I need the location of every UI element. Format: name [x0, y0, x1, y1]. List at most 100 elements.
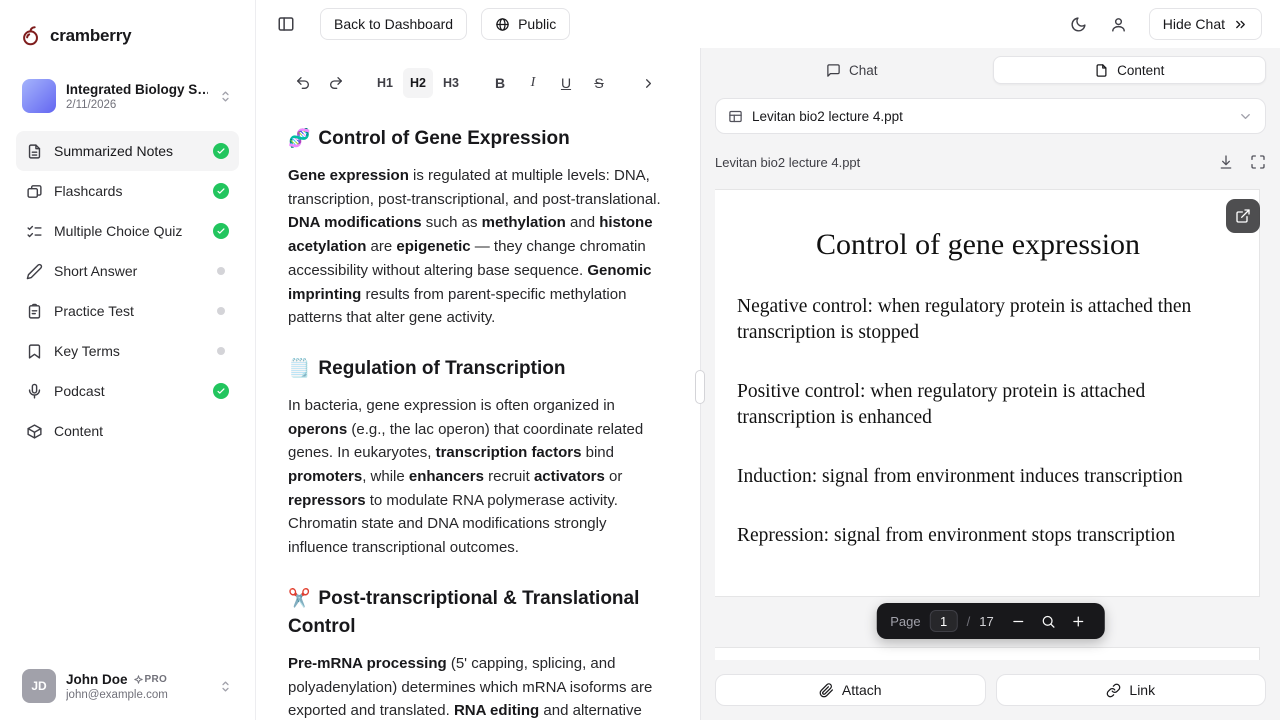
sidebar-toggle-button[interactable] [270, 8, 302, 40]
page-number-input[interactable] [930, 610, 958, 632]
chevron-right-icon [641, 76, 656, 91]
undo-button[interactable] [288, 68, 318, 98]
download-icon [1218, 154, 1234, 170]
project-name: Integrated Biology S… [66, 82, 208, 97]
link-icon [1106, 683, 1121, 698]
back-to-dashboard-button[interactable]: Back to Dashboard [320, 8, 467, 40]
sidebar-item-flashcards[interactable]: Flashcards [16, 171, 239, 211]
user-icon [1110, 16, 1127, 33]
sidebar-item-summarized-notes[interactable]: Summarized Notes [16, 131, 239, 171]
brand-logo[interactable]: cramberry [16, 24, 239, 48]
panel-tabs: Chat Content [715, 56, 1266, 84]
project-date: 2/11/2026 [66, 99, 208, 111]
file-select-dropdown[interactable]: Levitan bio2 lecture 4.ppt [715, 98, 1266, 134]
undo-icon [295, 75, 311, 91]
content-row: H1 H2 H3 B I U S 🧬Control of Gene Expres… [256, 48, 1280, 720]
slide-line: Positive control: when regulatory protei… [737, 379, 1219, 431]
page-total: 17 [979, 614, 993, 629]
project-meta: Integrated Biology S… 2/11/2026 [66, 82, 208, 111]
chevrons-right-icon [1233, 17, 1248, 32]
status-badge [217, 307, 225, 315]
section-heading: 🗒️Regulation of Transcription [288, 354, 668, 383]
sidebar-item-short-answer[interactable]: Short Answer [16, 251, 239, 291]
editor-toolbar: H1 H2 H3 B I U S [256, 48, 700, 98]
external-link-icon [1235, 208, 1251, 224]
slide-preview: Control of gene expression Negative cont… [715, 190, 1259, 596]
file-icon [1094, 63, 1109, 78]
minus-icon [1011, 614, 1026, 629]
chevrons-up-down-icon [218, 89, 233, 104]
project-selector[interactable]: Integrated Biology S… 2/11/2026 [16, 72, 239, 120]
theme-toggle-button[interactable] [1063, 8, 1095, 40]
sidebar-item-podcast[interactable]: Podcast [16, 371, 239, 411]
attach-button[interactable]: Attach [715, 674, 986, 706]
expand-icon [1250, 154, 1266, 170]
topbar-right: Hide Chat [1063, 8, 1262, 40]
slide-body: Negative control: when regulatory protei… [737, 294, 1219, 549]
panel-resize-handle[interactable] [695, 370, 705, 404]
project-avatar [22, 79, 56, 113]
zoom-reset-button[interactable] [1037, 609, 1061, 633]
avatar: JD [22, 669, 56, 703]
paperclip-icon [819, 683, 834, 698]
strikethrough-button[interactable]: S [584, 68, 614, 98]
panel-actions: Attach Link [715, 674, 1266, 706]
download-button[interactable] [1218, 154, 1234, 170]
status-badge [217, 267, 225, 275]
zoom-in-button[interactable] [1067, 609, 1091, 633]
status-badge [213, 183, 229, 199]
fullscreen-button[interactable] [1250, 154, 1266, 170]
toolbar-more-button[interactable] [633, 68, 663, 98]
hide-chat-button[interactable]: Hide Chat [1149, 8, 1262, 40]
box-icon [26, 423, 43, 440]
sidebar-item-content[interactable]: Content [16, 411, 239, 451]
brand-name: cramberry [50, 26, 131, 46]
notes-editor: H1 H2 H3 B I U S 🧬Control of Gene Expres… [256, 48, 700, 720]
sidebar-item-practice-test[interactable]: Practice Test [16, 291, 239, 331]
sidebar-item-label: Key Terms [54, 343, 206, 359]
user-menu[interactable]: JD John Doe PRO john@example.com [16, 662, 239, 710]
section-paragraph[interactable]: In bacteria, gene expression is often or… [288, 394, 668, 560]
section-paragraph[interactable]: Pre-mRNA processing (5' capping, splicin… [288, 652, 668, 720]
open-external-button[interactable] [1226, 199, 1260, 233]
bold-button[interactable]: B [485, 68, 515, 98]
heading3-button[interactable]: H3 [436, 68, 466, 98]
sidebar-item-key-terms[interactable]: Key Terms [16, 331, 239, 371]
file-select-value: Levitan bio2 lecture 4.ppt [752, 109, 903, 124]
sidebar-item-label: Podcast [54, 383, 202, 399]
topbar: Back to Dashboard Public [256, 0, 1280, 48]
slide-title: Control of gene expression [737, 224, 1219, 266]
status-badge [213, 223, 229, 239]
heading1-button[interactable]: H1 [370, 68, 400, 98]
page-toolbar: Page / 17 [876, 603, 1104, 639]
italic-button[interactable]: I [518, 68, 548, 98]
user-email: john@example.com [66, 689, 208, 701]
redo-button[interactable] [321, 68, 351, 98]
user-name: John Doe [66, 672, 128, 687]
section-paragraph[interactable]: Gene expression is regulated at multiple… [288, 164, 668, 330]
berry-logo-icon [20, 25, 42, 47]
page-separator: / [967, 614, 971, 629]
chat-icon [826, 63, 841, 78]
sidebar-item-multiple-choice-quiz[interactable]: Multiple Choice Quiz [16, 211, 239, 251]
sidebar-item-label: Summarized Notes [54, 143, 202, 159]
clipboard-icon [26, 303, 43, 320]
underline-button[interactable]: U [551, 68, 581, 98]
link-button[interactable]: Link [996, 674, 1267, 706]
chevrons-up-down-icon [218, 679, 233, 694]
public-button[interactable]: Public [481, 8, 570, 40]
tab-content[interactable]: Content [993, 56, 1267, 84]
sidebar-nav: Summarized Notes Flashcards Multiple Cho… [16, 131, 239, 451]
heading2-button[interactable]: H2 [403, 68, 433, 98]
flashcards-icon [26, 183, 43, 200]
globe-icon [495, 17, 510, 32]
document-body[interactable]: 🧬Control of Gene Expression Gene express… [256, 98, 700, 720]
zoom-out-button[interactable] [1007, 609, 1031, 633]
account-button[interactable] [1103, 8, 1135, 40]
status-badge [213, 383, 229, 399]
plus-icon [1071, 614, 1086, 629]
document-preview-viewport[interactable]: Control of gene expression Negative cont… [715, 183, 1266, 660]
page-label: Page [890, 614, 920, 629]
tab-chat[interactable]: Chat [715, 56, 989, 84]
content-panel: Chat Content Levitan bio2 lecture 4.ppt [700, 48, 1280, 720]
